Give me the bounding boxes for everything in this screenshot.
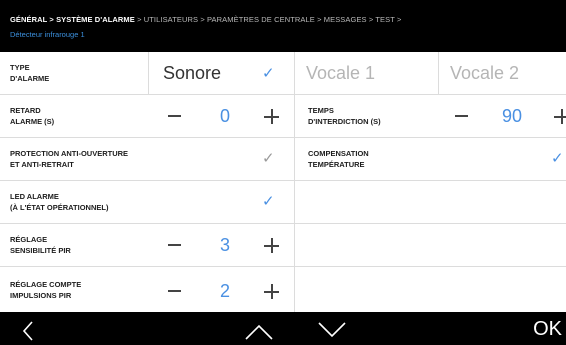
retard-plus-button[interactable] xyxy=(264,109,279,124)
check-icon: ✓ xyxy=(262,65,275,82)
retard-minus-button[interactable] xyxy=(168,115,181,117)
divider xyxy=(294,138,295,180)
option-vocale-1[interactable]: Vocale 1 xyxy=(306,63,375,83)
header-bar: GÉNÉRAL > SYSTÈME D'ALARME > UTILISATEUR… xyxy=(0,0,566,52)
divider xyxy=(294,95,295,137)
compensation-label: COMPENSATION TEMPÉRATURE xyxy=(308,148,369,170)
led-label-line2: (À L'ÉTAT OPÉRATIONNEL) xyxy=(10,203,109,212)
scroll-up-chevron-icon[interactable] xyxy=(245,324,273,340)
retard-label-line2: ALARME (S) xyxy=(10,117,55,126)
temps-plus-button[interactable] xyxy=(554,109,566,124)
protection-checkbox[interactable]: ✓ xyxy=(262,151,275,166)
page-subtitle: Détecteur infrarouge 1 xyxy=(10,30,85,39)
retard-label-line1: RETARD xyxy=(10,106,41,115)
temps-label-line1: TEMPS xyxy=(308,106,334,115)
sensibilite-minus-button[interactable] xyxy=(168,244,181,246)
row-sensibilite: RÉGLAGE SENSIBILITÉ PIR 3 xyxy=(0,224,566,267)
impulsions-label: RÉGLAGE COMPTE IMPULSIONS PIR xyxy=(10,279,81,301)
option-vocale-2[interactable]: Vocale 2 xyxy=(450,63,519,83)
type-alarme-label-line2: D'ALARME xyxy=(10,74,50,83)
divider xyxy=(294,224,295,266)
led-label: LED ALARME (À L'ÉTAT OPÉRATIONNEL) xyxy=(10,191,108,213)
divider xyxy=(148,52,149,94)
row-led: LED ALARME (À L'ÉTAT OPÉRATIONNEL) ✓ xyxy=(0,181,566,224)
impulsions-value: 2 xyxy=(219,281,230,301)
temps-label-line2: D'INTERDICTION (S) xyxy=(308,117,381,126)
temps-label: TEMPS D'INTERDICTION (S) xyxy=(308,105,381,127)
type-alarme-label-line1: TYPE xyxy=(10,63,30,72)
led-checkbox[interactable]: ✓ xyxy=(262,194,275,209)
compensation-label-line2: TEMPÉRATURE xyxy=(308,160,365,169)
back-chevron-icon[interactable] xyxy=(22,321,34,341)
row-retard-temps: RETARD ALARME (S) 0 TEMPS D'INTERDICTION… xyxy=(0,95,566,138)
breadcrumb-rest[interactable]: > UTILISATEURS > PARAMÈTRES DE CENTRALE … xyxy=(135,15,402,24)
compensation-checkbox[interactable]: ✓ xyxy=(551,151,564,166)
divider xyxy=(294,52,295,94)
protection-label-line1: PROTECTION ANTI-OUVERTURE xyxy=(10,149,129,158)
impulsions-minus-button[interactable] xyxy=(168,290,181,292)
compensation-label-line1: COMPENSATION xyxy=(308,149,369,158)
option-sonore[interactable]: Sonore xyxy=(163,63,221,83)
scroll-down-chevron-icon[interactable] xyxy=(318,322,346,338)
settings-panel: TYPE D'ALARME Sonore ✓ Vocale 1 Vocale 2… xyxy=(0,52,566,312)
ok-button[interactable]: OK xyxy=(533,318,562,340)
row-protection-compensation: PROTECTION ANTI-OUVERTURE ET ANTI-RETRAI… xyxy=(0,138,566,181)
sensibilite-value: 3 xyxy=(219,235,230,255)
divider xyxy=(294,181,295,223)
sensibilite-label-line1: RÉGLAGE xyxy=(10,235,48,244)
type-alarme-label: TYPE D'ALARME xyxy=(10,62,49,84)
protection-label-line2: ET ANTI-RETRAIT xyxy=(10,160,74,169)
led-label-line1: LED ALARME xyxy=(10,192,59,201)
divider xyxy=(294,267,295,312)
retard-value: 0 xyxy=(219,106,230,126)
impulsions-label-line2: IMPULSIONS PIR xyxy=(10,291,72,300)
temps-minus-button[interactable] xyxy=(455,115,468,117)
impulsions-label-line1: RÉGLAGE COMPTE xyxy=(10,280,82,289)
protection-label: PROTECTION ANTI-OUVERTURE ET ANTI-RETRAI… xyxy=(10,148,128,170)
breadcrumb: GÉNÉRAL > SYSTÈME D'ALARME > UTILISATEUR… xyxy=(10,15,401,24)
breadcrumb-current[interactable]: GÉNÉRAL > SYSTÈME D'ALARME xyxy=(10,15,135,24)
sensibilite-label: RÉGLAGE SENSIBILITÉ PIR xyxy=(10,234,71,256)
row-impulsions: RÉGLAGE COMPTE IMPULSIONS PIR 2 xyxy=(0,267,566,312)
sensibilite-label-line2: SENSIBILITÉ PIR xyxy=(10,246,71,255)
row-type-alarme: TYPE D'ALARME Sonore ✓ Vocale 1 Vocale 2 xyxy=(0,52,566,95)
temps-value: 90 xyxy=(501,106,523,126)
sensibilite-plus-button[interactable] xyxy=(264,238,279,253)
footer-bar: OK xyxy=(0,312,566,345)
impulsions-plus-button[interactable] xyxy=(264,284,279,299)
divider xyxy=(438,52,439,94)
retard-label: RETARD ALARME (S) xyxy=(10,105,54,127)
